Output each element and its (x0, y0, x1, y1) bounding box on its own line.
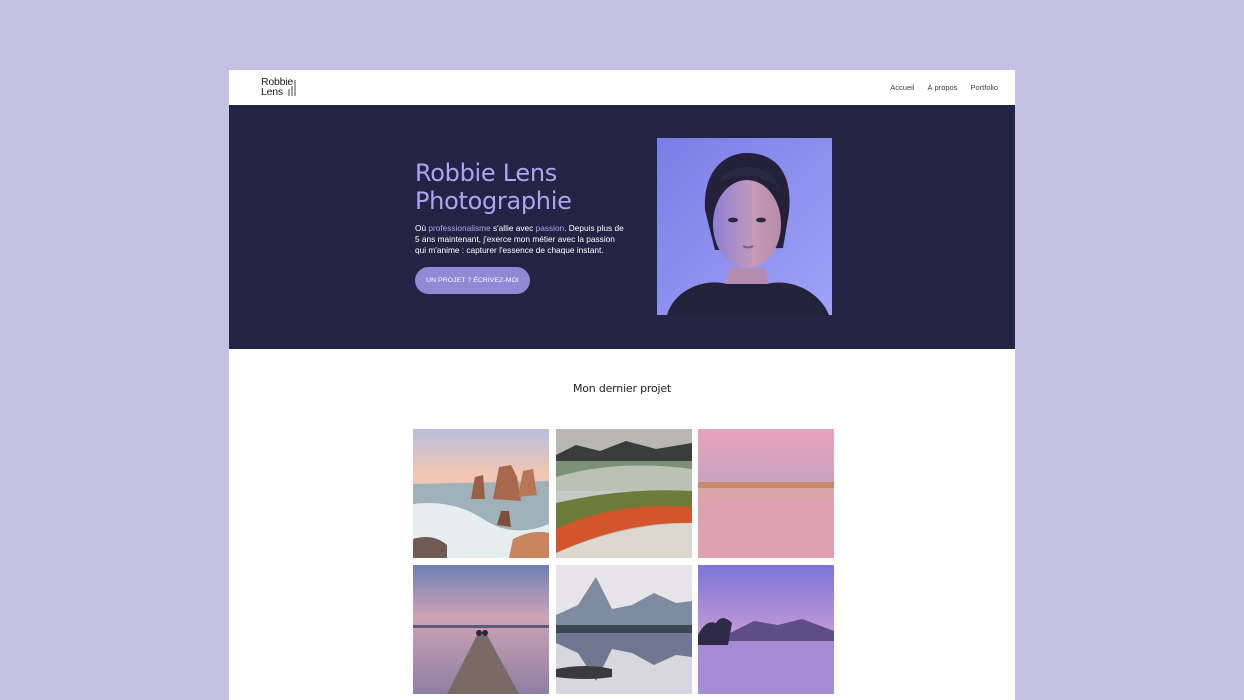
hero-title-line-2: Photographie (415, 187, 572, 215)
gallery-photo-mountain-reflection[interactable] (555, 564, 692, 694)
contact-cta-button[interactable]: UN PROJET ? ÉCRIVEZ-MOI (415, 267, 530, 294)
portrait-photo (657, 138, 832, 315)
gallery-photo-lone-tree[interactable] (698, 564, 834, 694)
hero-highlight-professionalisme: professionalisme (428, 223, 491, 233)
hero-title-line-1: Robbie Lens (415, 159, 557, 187)
photo-gallery (413, 429, 834, 694)
nav-accueil[interactable]: Accueil (890, 83, 914, 92)
main-nav: Accueil À propos Portfolio (890, 83, 998, 92)
section-title: Mon dernier projet (572, 382, 672, 395)
gallery-photo-hot-spring[interactable] (555, 429, 692, 558)
site-header: Robbie Lens Accueil À propos Portfolio (229, 70, 1015, 105)
hero-section: Robbie Lens Photographie Où professional… (229, 105, 1015, 349)
nav-a-propos[interactable]: À propos (927, 83, 957, 92)
hero-title: Robbie Lens Photographie (415, 159, 655, 215)
nav-portfolio[interactable]: Portfolio (970, 83, 998, 92)
hero-text-start: Où (415, 223, 429, 233)
gallery-photo-pink-lake[interactable] (698, 429, 834, 558)
gallery-photo-jetty[interactable] (413, 564, 549, 694)
gallery-photo-coastal-rocks[interactable] (413, 429, 549, 558)
page-frame: Robbie Lens Accueil À propos Portfolio R… (229, 70, 1015, 700)
hero-text-middle: s'allie avec (490, 223, 536, 233)
hero-highlight-passion: passion (535, 223, 565, 233)
logo-lens-icon (288, 80, 296, 96)
hero-description: Où professionalisme s'allie avec passion… (415, 223, 627, 255)
